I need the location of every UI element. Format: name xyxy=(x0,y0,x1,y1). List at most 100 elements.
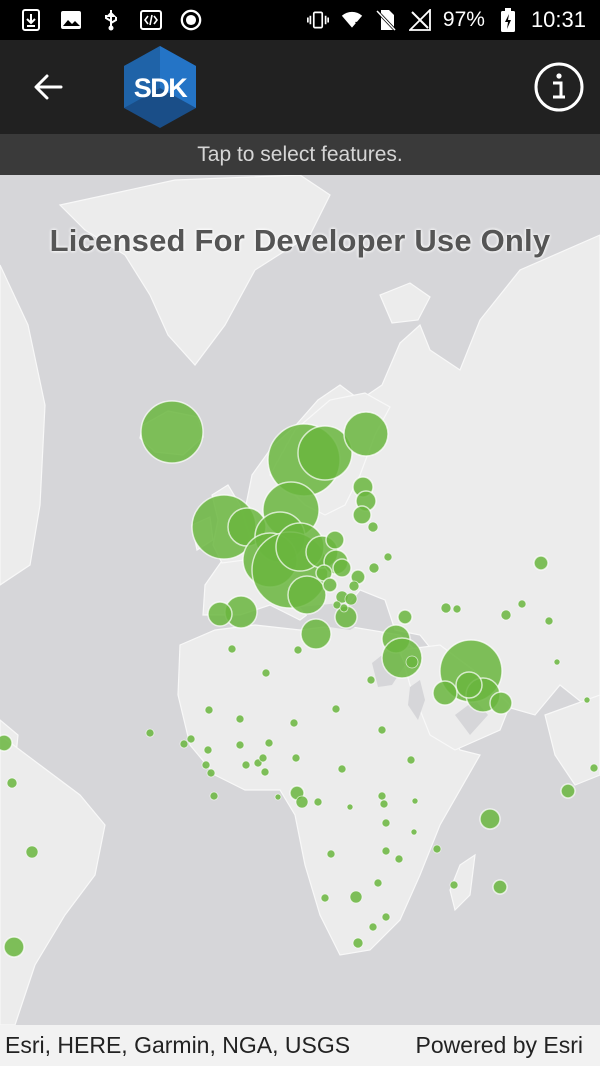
status-left-icons xyxy=(20,9,202,31)
feature-point[interactable] xyxy=(344,592,358,606)
app-bar: SDK xyxy=(0,40,600,134)
feature-point[interactable] xyxy=(394,854,404,864)
feature-point[interactable] xyxy=(260,767,270,777)
feature-point[interactable] xyxy=(553,658,561,666)
feature-point[interactable] xyxy=(406,755,416,765)
app-screen: 97% 10:31 SDK Tap to select features. Li… xyxy=(0,0,600,1066)
feature-point[interactable] xyxy=(289,718,299,728)
feature-point[interactable] xyxy=(343,411,389,457)
feature-point[interactable] xyxy=(274,793,282,801)
feature-point[interactable] xyxy=(337,764,347,774)
basemap xyxy=(0,175,600,1025)
image-icon xyxy=(60,9,82,31)
feature-point[interactable] xyxy=(583,696,591,704)
feature-point[interactable] xyxy=(320,893,330,903)
feature-point[interactable] xyxy=(291,753,301,763)
feature-point[interactable] xyxy=(479,808,501,830)
feature-point[interactable] xyxy=(3,936,25,958)
feature-point[interactable] xyxy=(383,552,393,562)
feature-point[interactable] xyxy=(206,768,216,778)
greenland-land xyxy=(58,175,331,366)
feature-point[interactable] xyxy=(207,601,233,627)
feature-point[interactable] xyxy=(373,878,383,888)
feature-point[interactable] xyxy=(140,400,204,464)
attribution-bar: Esri, HERE, Garmin, NGA, USGS Powered by… xyxy=(0,1025,600,1066)
feature-point[interactable] xyxy=(258,753,268,763)
feature-point[interactable] xyxy=(366,675,376,685)
feature-point[interactable] xyxy=(455,671,483,699)
feature-point[interactable] xyxy=(489,691,513,715)
feature-point[interactable] xyxy=(452,604,462,614)
feature-point[interactable] xyxy=(227,644,237,654)
feature-point[interactable] xyxy=(346,803,354,811)
no-signal-icon xyxy=(408,9,431,31)
feature-point[interactable] xyxy=(348,580,360,592)
feature-point[interactable] xyxy=(235,740,245,750)
feature-point[interactable] xyxy=(203,745,213,755)
feature-point[interactable] xyxy=(367,521,379,533)
feature-point[interactable] xyxy=(287,575,327,615)
feature-point[interactable] xyxy=(295,795,309,809)
feature-point[interactable] xyxy=(397,609,413,625)
feature-point[interactable] xyxy=(339,603,349,613)
map-view[interactable]: Licensed For Developer Use Only xyxy=(0,175,600,1025)
feature-point[interactable] xyxy=(261,668,271,678)
feature-point[interactable] xyxy=(410,828,418,836)
attribution-sources: Esri, HERE, Garmin, NGA, USGS xyxy=(5,1032,351,1058)
feature-point[interactable] xyxy=(25,845,39,859)
code-icon xyxy=(140,9,162,31)
feature-point[interactable] xyxy=(560,783,576,799)
license-watermark: Licensed For Developer Use Only xyxy=(49,223,551,258)
feature-point[interactable] xyxy=(381,818,391,828)
feature-point[interactable] xyxy=(352,505,372,525)
feature-point[interactable] xyxy=(432,680,458,706)
feature-point[interactable] xyxy=(332,558,352,578)
feature-point[interactable] xyxy=(179,739,189,749)
clock: 10:31 xyxy=(530,7,586,32)
feature-point[interactable] xyxy=(352,937,364,949)
feature-point[interactable] xyxy=(381,846,391,856)
feature-point[interactable] xyxy=(377,725,387,735)
info-button[interactable] xyxy=(533,61,585,113)
feature-point[interactable] xyxy=(204,705,214,715)
feature-point[interactable] xyxy=(544,616,554,626)
feature-point[interactable] xyxy=(209,791,219,801)
feature-point[interactable] xyxy=(349,890,363,904)
south-america-land xyxy=(0,734,106,1025)
feature-point[interactable] xyxy=(379,799,389,809)
feature-point[interactable] xyxy=(368,922,378,932)
feature-point[interactable] xyxy=(411,797,419,805)
feature-point[interactable] xyxy=(322,577,338,593)
feature-point[interactable] xyxy=(145,728,155,738)
feature-point[interactable] xyxy=(533,555,549,571)
feature-point[interactable] xyxy=(381,912,391,922)
feature-point[interactable] xyxy=(186,734,196,744)
north-america-land xyxy=(0,264,46,586)
feature-point[interactable] xyxy=(6,777,18,789)
feature-point[interactable] xyxy=(405,655,419,669)
feature-point[interactable] xyxy=(500,609,512,621)
feature-point[interactable] xyxy=(377,791,387,801)
feature-point[interactable] xyxy=(235,714,245,724)
feature-point[interactable] xyxy=(0,734,13,752)
status-bar: 97% 10:31 xyxy=(0,0,600,40)
feature-point[interactable] xyxy=(368,562,380,574)
feature-point[interactable] xyxy=(589,763,599,773)
feature-point[interactable] xyxy=(313,797,323,807)
feature-point[interactable] xyxy=(449,880,459,890)
feature-point[interactable] xyxy=(241,760,251,770)
feature-point[interactable] xyxy=(517,599,527,609)
back-button[interactable] xyxy=(26,65,70,109)
powered-by-esri[interactable]: Powered by Esri xyxy=(416,1032,583,1059)
feature-point[interactable] xyxy=(325,530,345,550)
feature-point[interactable] xyxy=(293,645,303,655)
feature-point[interactable] xyxy=(201,760,211,770)
feature-point[interactable] xyxy=(326,849,336,859)
feature-point[interactable] xyxy=(440,602,452,614)
feature-point[interactable] xyxy=(432,844,442,854)
feature-point[interactable] xyxy=(331,704,341,714)
feature-point[interactable] xyxy=(300,618,332,650)
download-icon xyxy=(20,9,42,31)
feature-point[interactable] xyxy=(492,879,508,895)
feature-point[interactable] xyxy=(264,738,274,748)
